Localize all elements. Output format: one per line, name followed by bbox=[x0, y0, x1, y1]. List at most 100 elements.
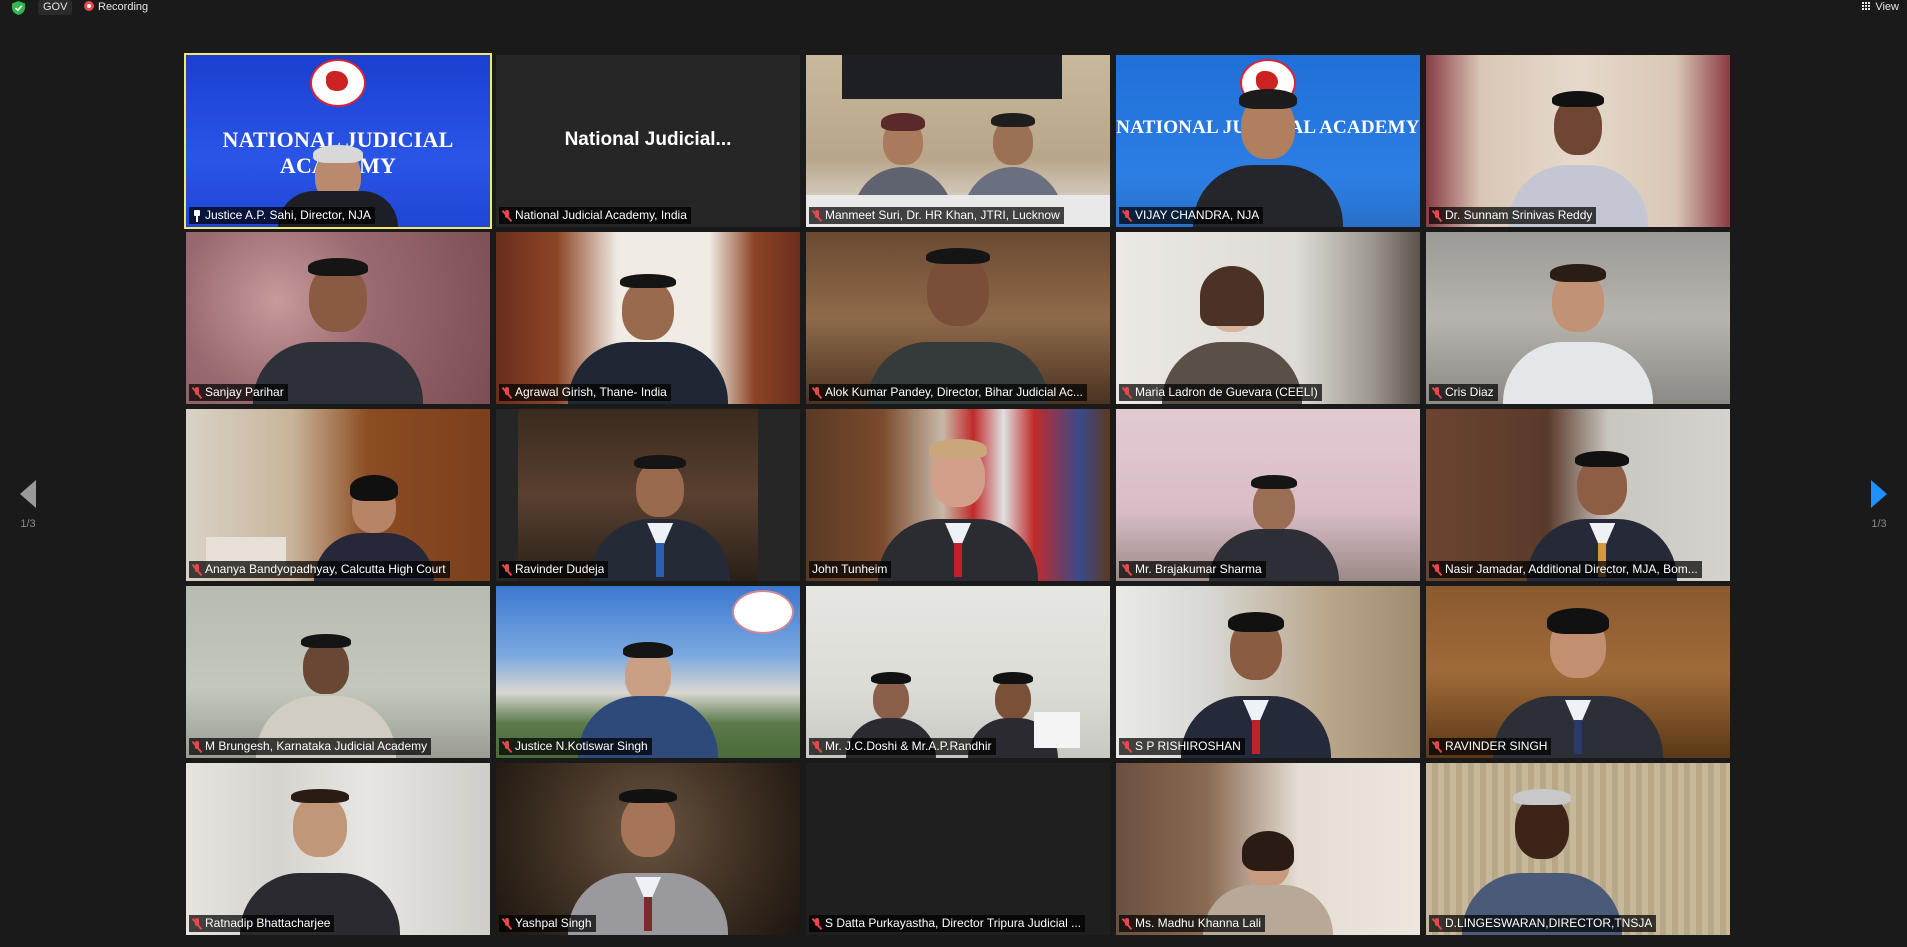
participant-name: Alok Kumar Pandey, Director, Bihar Judic… bbox=[825, 385, 1083, 399]
gov-badge: GOV bbox=[38, 0, 73, 15]
page-indicator-left: 1/3 bbox=[20, 518, 36, 530]
video-tile[interactable]: Alok Kumar Pandey, Director, Bihar Judic… bbox=[806, 232, 1110, 404]
video-tile[interactable]: Ratnadip Bhattacharjee bbox=[186, 763, 490, 935]
video-tile[interactable]: S P RISHIROSHAN bbox=[1116, 586, 1420, 758]
video-tile[interactable]: Ravinder Dudeja bbox=[496, 409, 800, 581]
video-tile[interactable]: Maria Ladron de Guevara (CEELI) bbox=[1116, 232, 1420, 404]
recording-label: Recording bbox=[98, 1, 149, 13]
participant-nameplate: Alok Kumar Pandey, Director, Bihar Judic… bbox=[809, 384, 1087, 401]
video-tile[interactable]: Justice N.Kotiswar Singh bbox=[496, 586, 800, 758]
participant-name: Mr. Brajakumar Sharma bbox=[1135, 562, 1262, 576]
participant-nameplate: Justice N.Kotiswar Singh bbox=[499, 738, 652, 755]
mic-muted-icon bbox=[1122, 209, 1132, 222]
participant-nameplate: Manmeet Suri, Dr. HR Khan, JTRI, Lucknow bbox=[809, 207, 1064, 224]
participant-nameplate: M Brungesh, Karnataka Judicial Academy bbox=[189, 738, 432, 755]
participant-nameplate: Maria Ladron de Guevara (CEELI) bbox=[1119, 384, 1322, 401]
participant-nameplate: John Tunheim bbox=[809, 561, 892, 578]
participant-display-name: National Judicial... bbox=[564, 129, 732, 150]
video-tile[interactable]: Mr. J.C.Doshi & Mr.A.P.Randhir bbox=[806, 586, 1110, 758]
gallery-grid: NATIONAL JUDICIAL ACADEMY Justice A.P. S… bbox=[184, 53, 1730, 935]
participant-name: Yashpal Singh bbox=[515, 916, 592, 930]
mic-muted-icon bbox=[1122, 563, 1132, 576]
participant-name: Justice N.Kotiswar Singh bbox=[515, 739, 648, 753]
participant-nameplate: Cris Diaz bbox=[1429, 384, 1498, 401]
participant-nameplate: Ratnadip Bhattacharjee bbox=[189, 915, 335, 932]
participant-name: RAVINDER SINGH bbox=[1445, 739, 1548, 753]
video-tile[interactable]: Yashpal Singh bbox=[496, 763, 800, 935]
video-tile[interactable]: NATIONAL JUDICIAL ACADEMY VIJAY CHANDRA,… bbox=[1116, 55, 1420, 227]
video-tile[interactable]: Mr. Brajakumar Sharma bbox=[1116, 409, 1420, 581]
nja-logo-icon bbox=[310, 59, 366, 107]
participant-name: Ravinder Dudeja bbox=[515, 562, 605, 576]
mic-muted-icon bbox=[812, 917, 822, 930]
participant-nameplate: S P RISHIROSHAN bbox=[1119, 738, 1245, 755]
video-tile[interactable]: Nasir Jamadar, Additional Director, MJA,… bbox=[1426, 409, 1730, 581]
mic-muted-icon bbox=[192, 917, 202, 930]
mic-muted-icon bbox=[1432, 386, 1442, 399]
participant-nameplate: Yashpal Singh bbox=[499, 915, 596, 932]
participant-nameplate: D.LINGESWARAN,DIRECTOR,TNSJA bbox=[1429, 915, 1657, 932]
participant-nameplate: Nasir Jamadar, Additional Director, MJA,… bbox=[1429, 561, 1702, 578]
participant-nameplate: RAVINDER SINGH bbox=[1429, 738, 1552, 755]
participant-name: D.LINGESWARAN,DIRECTOR,TNSJA bbox=[1445, 916, 1653, 930]
participant-nameplate: Dr. Sunnam Srinivas Reddy bbox=[1429, 207, 1597, 224]
mic-muted-icon bbox=[1432, 917, 1442, 930]
video-tile[interactable]: M Brungesh, Karnataka Judicial Academy bbox=[186, 586, 490, 758]
participant-name: Cris Diaz bbox=[1445, 385, 1494, 399]
participant-name: Ratnadip Bhattacharjee bbox=[205, 916, 331, 930]
participant-nameplate: Sanjay Parihar bbox=[189, 384, 288, 401]
participant-nameplate: Justice A.P. Sahi, Director, NJA bbox=[189, 207, 375, 224]
participant-name: Mr. J.C.Doshi & Mr.A.P.Randhir bbox=[825, 739, 992, 753]
participant-name: Agrawal Girish, Thane- India bbox=[515, 385, 667, 399]
video-tile[interactable]: Cris Diaz bbox=[1426, 232, 1730, 404]
recording-indicator[interactable]: Recording bbox=[84, 0, 148, 15]
mic-muted-icon bbox=[1122, 917, 1132, 930]
participant-name: National Judicial Academy, India bbox=[515, 208, 687, 222]
mic-muted-icon bbox=[192, 740, 202, 753]
mic-muted-icon bbox=[192, 386, 202, 399]
mic-muted-icon bbox=[812, 209, 822, 222]
mic-muted-icon bbox=[502, 386, 512, 399]
mic-muted-icon bbox=[502, 917, 512, 930]
participant-nameplate: Agrawal Girish, Thane- India bbox=[499, 384, 671, 401]
participant-nameplate: National Judicial Academy, India bbox=[499, 207, 691, 224]
next-page-button[interactable]: 1/3 bbox=[1859, 480, 1899, 530]
chevron-left-icon bbox=[20, 480, 36, 508]
video-tile[interactable]: Ms. Madhu Khanna Lali bbox=[1116, 763, 1420, 935]
mic-muted-icon bbox=[1122, 740, 1132, 753]
participant-name: Sanjay Parihar bbox=[205, 385, 284, 399]
participant-name: Justice A.P. Sahi, Director, NJA bbox=[205, 208, 371, 222]
mic-muted-icon bbox=[1432, 563, 1442, 576]
pin-icon bbox=[192, 209, 202, 222]
view-label: View bbox=[1875, 1, 1899, 13]
video-tile[interactable]: Agrawal Girish, Thane- India bbox=[496, 232, 800, 404]
page-indicator-right: 1/3 bbox=[1871, 518, 1887, 530]
view-button[interactable]: View bbox=[1862, 0, 1899, 15]
participant-nameplate: Ananya Bandyopadhyay, Calcutta High Cour… bbox=[189, 561, 450, 578]
participant-name: Ananya Bandyopadhyay, Calcutta High Cour… bbox=[205, 562, 446, 576]
grid-view-icon bbox=[1862, 2, 1872, 11]
emblem-icon bbox=[732, 590, 794, 634]
participant-name: Ms. Madhu Khanna Lali bbox=[1135, 916, 1262, 930]
video-tile[interactable]: National Judicial... National Judicial A… bbox=[496, 55, 800, 227]
participant-name: Nasir Jamadar, Additional Director, MJA,… bbox=[1445, 562, 1698, 576]
record-icon bbox=[84, 1, 94, 11]
video-tile[interactable]: RAVINDER SINGH bbox=[1426, 586, 1730, 758]
video-tile[interactable]: D.LINGESWARAN,DIRECTOR,TNSJA bbox=[1426, 763, 1730, 935]
video-tile[interactable]: Sanjay Parihar bbox=[186, 232, 490, 404]
video-tile[interactable]: S Datta Purkayastha, Director Tripura Ju… bbox=[806, 763, 1110, 935]
mic-muted-icon bbox=[1432, 209, 1442, 222]
participant-nameplate: VIJAY CHANDRA, NJA bbox=[1119, 207, 1264, 224]
participant-name: John Tunheim bbox=[812, 562, 888, 576]
mic-muted-icon bbox=[502, 563, 512, 576]
participant-name: Dr. Sunnam Srinivas Reddy bbox=[1445, 208, 1593, 222]
video-tile[interactable]: Dr. Sunnam Srinivas Reddy bbox=[1426, 55, 1730, 227]
mic-muted-icon bbox=[192, 563, 202, 576]
video-tile[interactable]: NATIONAL JUDICIAL ACADEMY Justice A.P. S… bbox=[184, 53, 492, 229]
video-tile[interactable]: Ananya Bandyopadhyay, Calcutta High Cour… bbox=[186, 409, 490, 581]
participant-name: Maria Ladron de Guevara (CEELI) bbox=[1135, 385, 1318, 399]
shield-check-icon[interactable] bbox=[12, 1, 25, 15]
video-tile[interactable]: Manmeet Suri, Dr. HR Khan, JTRI, Lucknow bbox=[806, 55, 1110, 227]
previous-page-button[interactable]: 1/3 bbox=[8, 480, 48, 530]
video-tile[interactable]: John Tunheim bbox=[806, 409, 1110, 581]
